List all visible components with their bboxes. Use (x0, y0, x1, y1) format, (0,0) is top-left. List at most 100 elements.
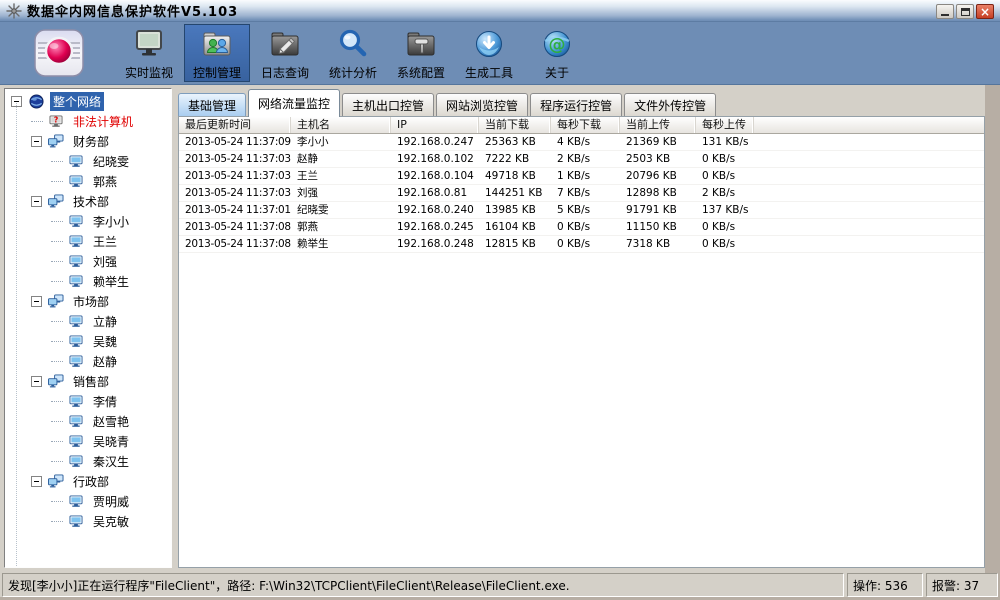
status-bar: 发现[李小小]正在运行程序"FileClient"，路径: F:\Win32\T… (2, 573, 998, 597)
table-row[interactable]: 2013-05-24 11:37:03 王兰 192.168.0.104 497… (179, 168, 984, 185)
cell-current-download: 144251 KB (479, 185, 551, 201)
table-row[interactable]: 2013-05-24 11:37:08 赖举生 192.168.0.248 12… (179, 236, 984, 253)
tab-basic-manage[interactable]: 基础管理 (178, 93, 246, 116)
tree-item[interactable]: ? 纪晓雯 (5, 151, 171, 171)
cell-upload-speed: 0 KB/s (696, 168, 754, 184)
tree-item-label: 贾明威 (90, 492, 132, 511)
cell-filler (754, 168, 984, 184)
tree-expander-icon[interactable] (31, 196, 42, 207)
status-alarm-count: 报警: 37 (926, 573, 998, 597)
minimize-button[interactable] (936, 4, 954, 19)
computer-icon (67, 273, 85, 289)
tree-item[interactable]: ? 财务部 (5, 131, 171, 151)
toolbar-button-system-config[interactable]: 系统配置 (388, 24, 454, 82)
tree-item-label: 赖举生 (90, 272, 132, 291)
toolbar-button-realtime-monitor[interactable]: 实时监视 (116, 24, 182, 82)
tree-item[interactable]: ? 市场部 (5, 291, 171, 311)
cell-filler (754, 202, 984, 218)
column-header[interactable]: 每秒下载 (551, 117, 620, 133)
cell-filler (754, 151, 984, 167)
tree-item[interactable]: ? 赖举生 (5, 271, 171, 291)
toolbar-label: 实时监视 (125, 64, 173, 81)
maximize-button[interactable] (956, 4, 974, 19)
tree-item-label: 赵静 (90, 352, 120, 371)
toolbar-button-generate-tools[interactable]: 生成工具 (456, 24, 522, 82)
cell-ip: 192.168.0.104 (391, 168, 479, 184)
column-header[interactable]: 当前下载 (479, 117, 551, 133)
cell-filler (754, 236, 984, 252)
table-row[interactable]: 2013-05-24 11:37:08 郭燕 192.168.0.245 161… (179, 219, 984, 236)
tree-connector (51, 221, 63, 222)
cell-host-name: 李小小 (291, 134, 391, 150)
tree-connector (51, 521, 63, 522)
close-button[interactable]: × (976, 4, 994, 19)
column-header[interactable]: 当前上传 (620, 117, 696, 133)
tree-item-label: 吴晓青 (90, 432, 132, 451)
table-row[interactable]: 2013-05-24 11:37:01 纪晓雯 192.168.0.240 13… (179, 202, 984, 219)
app-logo-icon (30, 25, 88, 81)
computer-icon (67, 453, 85, 469)
cell-last-update-time: 2013-05-24 11:37:08 (179, 219, 291, 235)
tree-expander-icon[interactable] (31, 136, 42, 147)
tree-item[interactable]: ? 郭燕 (5, 171, 171, 191)
table-row[interactable]: 2013-05-24 11:37:03 赵静 192.168.0.102 722… (179, 151, 984, 168)
table-row[interactable]: 2013-05-24 11:37:09 李小小 192.168.0.247 25… (179, 134, 984, 151)
cell-ip: 192.168.0.245 (391, 219, 479, 235)
tree-item[interactable]: ? 行政部 (5, 471, 171, 491)
cell-upload-speed: 137 KB/s (696, 202, 754, 218)
tree-connector (51, 341, 63, 342)
tab-file-transfer-control[interactable]: 文件外传控管 (624, 93, 716, 116)
tree-item-label: 行政部 (70, 472, 112, 491)
tab-host-exit-control[interactable]: 主机出口控管 (342, 93, 434, 116)
cell-download-speed: 2 KB/s (551, 151, 620, 167)
tab-program-run-control[interactable]: 程序运行控管 (530, 93, 622, 116)
tree-item[interactable]: ? 非法计算机 (5, 111, 171, 131)
toolbar-button-about[interactable]: @ 关于 (524, 24, 590, 82)
app-window-icon (6, 3, 22, 19)
tree-item[interactable]: ? 销售部 (5, 371, 171, 391)
tree-item-label: 市场部 (70, 292, 112, 311)
toolbar-label: 统计分析 (329, 64, 377, 81)
folder-pencil-icon (268, 27, 302, 61)
tree-item[interactable]: ? 吴克敏 (5, 511, 171, 531)
cell-download-speed: 1 KB/s (551, 168, 620, 184)
cell-current-upload: 11150 KB (620, 219, 696, 235)
tree-item[interactable]: ? 整个网络 (5, 91, 171, 111)
cell-upload-speed: 0 KB/s (696, 151, 754, 167)
tree-item[interactable]: ? 刘强 (5, 251, 171, 271)
toolbar-button-log-query[interactable]: 日志查询 (252, 24, 318, 82)
tree-item[interactable]: ? 立静 (5, 311, 171, 331)
tree-item[interactable]: ? 秦汉生 (5, 451, 171, 471)
tree-item[interactable]: ? 技术部 (5, 191, 171, 211)
toolbar-label: 日志查询 (261, 64, 309, 81)
tree-item[interactable]: ? 贾明威 (5, 491, 171, 511)
column-header[interactable]: 每秒上传 (696, 117, 754, 133)
cell-download-speed: 7 KB/s (551, 185, 620, 201)
column-header[interactable]: IP (391, 117, 479, 133)
tree-item-label: 赵雪艳 (90, 412, 132, 431)
toolbar-button-statistics[interactable]: 统计分析 (320, 24, 386, 82)
globe-download-icon (472, 27, 506, 61)
column-header[interactable]: 主机名 (291, 117, 391, 133)
tree-item[interactable]: ? 赵静 (5, 351, 171, 371)
tree-item[interactable]: ? 李倩 (5, 391, 171, 411)
tree-item[interactable]: ? 李小小 (5, 211, 171, 231)
tab-network-traffic-monitor[interactable]: 网络流量监控 (248, 89, 340, 117)
table-row[interactable]: 2013-05-24 11:37:03 刘强 192.168.0.81 1442… (179, 185, 984, 202)
tree-item[interactable]: ? 赵雪艳 (5, 411, 171, 431)
column-header[interactable]: 最后更新时间 (179, 117, 291, 133)
tree-item[interactable]: ? 王兰 (5, 231, 171, 251)
cell-upload-speed: 0 KB/s (696, 236, 754, 252)
toolbar-button-control-manage[interactable]: 控制管理 (184, 24, 250, 82)
tab-website-browse-control[interactable]: 网站浏览控管 (436, 93, 528, 116)
at-globe-icon: @ (540, 27, 574, 61)
toolbar-label: 系统配置 (397, 64, 445, 81)
tree-expander-icon[interactable] (31, 296, 42, 307)
department-icon (47, 293, 65, 309)
tree-item[interactable]: ? 吴晓青 (5, 431, 171, 451)
illegal-computer-icon: ? (47, 113, 65, 129)
tree-expander-icon[interactable] (31, 376, 42, 387)
title-bar[interactable]: 数据伞内网信息保护软件V5.103 × (0, 0, 1000, 22)
tree-expander-icon[interactable] (31, 476, 42, 487)
tree-item[interactable]: ? 吴魏 (5, 331, 171, 351)
